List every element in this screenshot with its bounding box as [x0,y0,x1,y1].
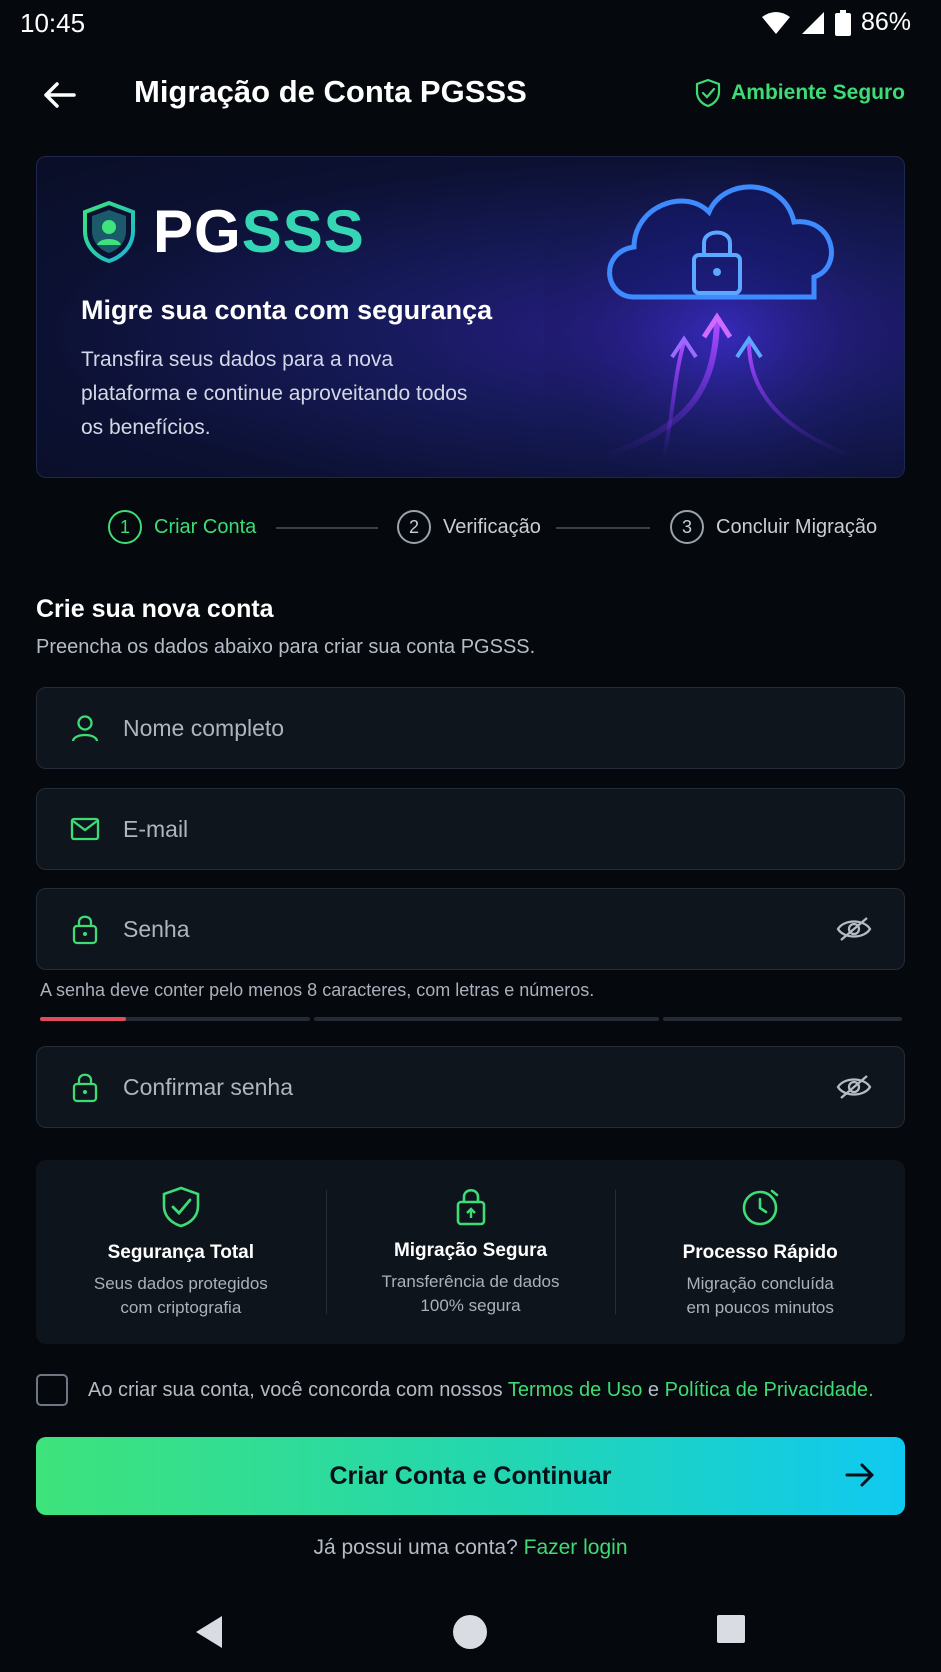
step-connector [276,527,378,529]
system-nav-bar [0,1600,941,1672]
terms-of-use-link[interactable]: Termos de Uso [508,1379,643,1401]
features-panel: Segurança Total Seus dados protegidos com… [36,1160,905,1344]
terms-text: Ao criar sua conta, você concorda com no… [88,1378,874,1401]
status-time: 10:45 [20,8,86,38]
secure-label: Ambiente Seguro [731,81,905,104]
banner-text: Transfira seus dados para a nova platafo… [81,348,468,439]
status-icons: 86% [761,8,911,37]
step-number: 2 [397,510,431,544]
step-number: 1 [108,510,142,544]
toggle-confirm-visibility-button[interactable] [832,1074,876,1100]
migration-stepper: 1 Criar Conta 2 Verificação 3 Concluir M… [0,510,941,550]
feature-description: Transferência de dados 100% segura [381,1272,560,1315]
password-strength-meter [40,1017,902,1021]
shield-check-icon [696,78,721,108]
lock-icon [61,913,109,945]
mail-icon [61,817,109,841]
feature-migracao-segura: Migração Segura Transferência de dados 10… [325,1160,616,1344]
wifi-icon [761,11,790,34]
privacy-policy-link[interactable]: Política de Privacidade [665,1379,868,1401]
cloud-lock-illustration [544,157,904,477]
nav-back-icon[interactable] [194,1614,224,1650]
nav-home-icon[interactable] [452,1614,488,1650]
feature-seguranca-total: Segurança Total Seus dados protegidos com… [36,1160,326,1344]
create-account-button[interactable]: Criar Conta e Continuar [36,1437,905,1515]
toggle-password-visibility-button[interactable] [832,916,876,942]
user-icon [61,713,109,743]
terms-checkbox[interactable] [36,1374,68,1406]
shield-user-logo-icon [83,200,135,263]
password-hint: A senha deve conter pelo menos 8 caracte… [40,980,595,1000]
step-concluir-migracao[interactable]: 3 Concluir Migração [670,510,877,544]
brand-name-sss: SSS [241,198,365,265]
password-field[interactable] [36,888,905,970]
confirm-password-input[interactable] [123,1073,832,1101]
step-label: Concluir Migração [716,515,878,538]
step-number: 3 [670,510,704,544]
brand-logo: PGSSS [83,197,365,266]
secure-environment-badge: Ambiente Seguro [695,78,905,108]
step-criar-conta[interactable]: 1 Criar Conta [108,510,256,544]
step-verificacao[interactable]: 2 Verificação [397,510,541,544]
feature-title: Migração Segura [393,1240,548,1261]
strength-segment [314,1017,659,1021]
back-button[interactable] [36,72,82,118]
full-name-input[interactable] [123,714,904,742]
brand-name-pg: PG [153,198,242,265]
shield-check-icon [162,1186,200,1228]
strength-fill [40,1017,127,1021]
step-label: Verificação [443,515,541,538]
strength-segment [663,1017,902,1021]
battery-icon [834,9,851,36]
lock-icon [61,1071,109,1103]
eye-off-icon [836,1075,872,1099]
nav-recents-icon[interactable] [716,1614,746,1644]
feature-title: Segurança Total [107,1242,255,1263]
login-link[interactable]: Fazer login [524,1536,628,1559]
login-prompt: Já possui uma conta? [313,1536,518,1559]
feature-title: Processo Rápido [682,1242,838,1263]
page-title: Migração de Conta PGSSS [134,74,527,109]
password-input[interactable] [123,915,832,943]
battery-level: 86% [860,8,911,36]
promo-banner: PGSSS Migre sua conta com segurança Tran… [36,156,905,478]
full-name-field[interactable] [36,687,905,769]
signal-icon [801,11,824,34]
form-subtitle: Preencha os dados abaixo para criar sua … [36,636,536,658]
login-row: Já possui uma conta? Fazer login [0,1536,941,1560]
status-bar: 10:45 86% [0,0,941,46]
banner-heading: Migre sua conta com segurança [81,295,493,325]
terms-row: Ao criar sua conta, você concorda com no… [36,1374,874,1406]
app-header: Migração de Conta PGSSS Ambiente Seguro [0,60,941,130]
arrow-right-icon [845,1463,874,1487]
step-label: Criar Conta [154,515,257,538]
form-title: Crie sua nova conta [36,595,274,623]
feature-description: Seus dados protegidos com criptografia [93,1274,268,1317]
strength-segment [40,1017,310,1021]
create-account-label: Criar Conta e Continuar [329,1461,612,1490]
email-field[interactable] [36,788,905,870]
email-input[interactable] [123,815,904,843]
feature-processo-rapido: Processo Rápido Migração concluída em pou… [615,1160,905,1344]
eye-off-icon [836,917,872,941]
clock-icon [742,1189,779,1226]
arrow-left-icon [44,82,76,108]
feature-description: Migração concluída em poucos minutos [686,1274,834,1317]
lock-icon [456,1188,485,1226]
step-connector [556,527,650,529]
confirm-password-field[interactable] [36,1046,905,1128]
